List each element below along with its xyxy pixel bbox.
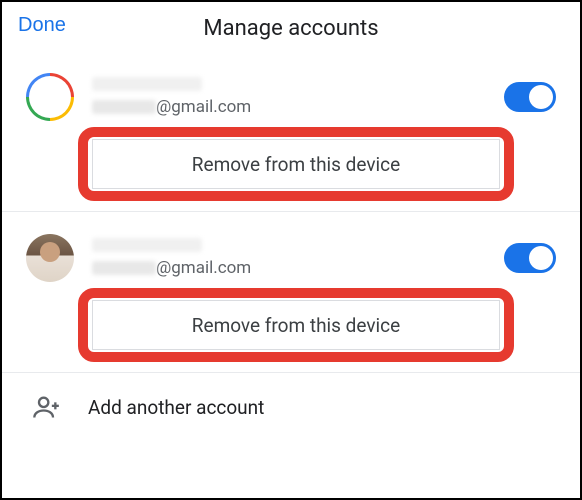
remove-from-device-button[interactable]: Remove from this device	[92, 300, 500, 350]
add-user-icon	[32, 393, 60, 421]
account-toggle[interactable]	[504, 82, 556, 112]
avatar	[26, 234, 74, 282]
account-name-redacted	[92, 238, 202, 252]
add-account-row[interactable]: Add another account	[2, 373, 580, 441]
page-title: Manage accounts	[18, 16, 564, 41]
email-local-redacted	[92, 261, 156, 275]
email-domain: @gmail.com	[156, 97, 251, 117]
email-local-redacted	[92, 100, 156, 114]
account-info: @gmail.com	[92, 77, 486, 117]
done-button[interactable]: Done	[18, 14, 66, 37]
email-domain: @gmail.com	[156, 258, 251, 278]
account-item: @gmail.com Remove from this device	[2, 51, 580, 212]
remove-from-device-button[interactable]: Remove from this device	[92, 139, 500, 189]
avatar	[26, 73, 74, 121]
add-account-label: Add another account	[88, 396, 264, 419]
account-toggle[interactable]	[504, 243, 556, 273]
account-name-redacted	[92, 77, 202, 91]
account-item: @gmail.com Remove from this device	[2, 212, 580, 373]
account-info: @gmail.com	[92, 238, 486, 278]
